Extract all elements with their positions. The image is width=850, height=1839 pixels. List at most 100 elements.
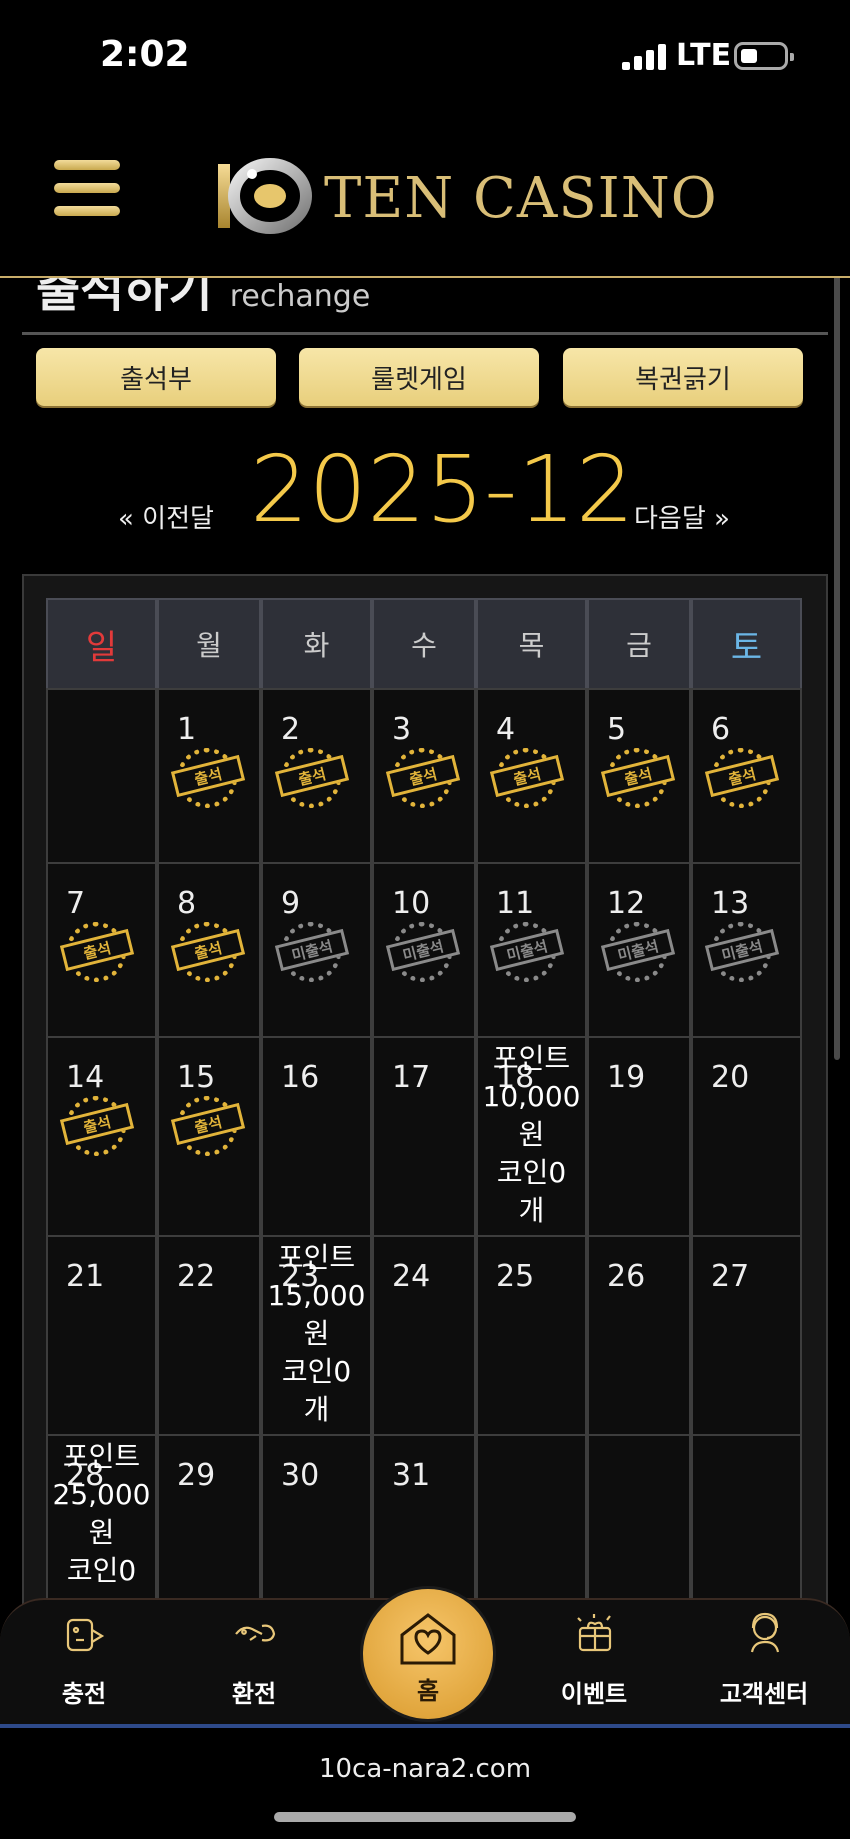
calendar-day-23[interactable]: 23 포인트 15,000 원 코인0 개 xyxy=(261,1235,372,1436)
next-month-link[interactable]: 다음달 » xyxy=(634,498,730,535)
day-number: 1 xyxy=(177,712,197,747)
weekday-header-tue: 화 xyxy=(261,598,372,690)
calendar-day-8[interactable]: 8 출석 xyxy=(157,862,261,1038)
calendar-day-9[interactable]: 9 미출석 xyxy=(261,862,372,1038)
tab-attendance[interactable]: 출석부 xyxy=(36,348,276,406)
weekday-header-wed: 수 xyxy=(372,598,476,690)
calendar-day-7[interactable]: 7 출석 xyxy=(46,862,157,1038)
reward-line: 15,000 xyxy=(267,1279,366,1312)
calendar-day-22[interactable]: 22 xyxy=(157,1235,261,1436)
charge-icon xyxy=(66,1618,105,1652)
calendar-day-4[interactable]: 4 출석 xyxy=(476,688,587,864)
reward-info: 포인트 10,000 원 코인0 개 xyxy=(478,1040,585,1230)
home-indicator[interactable] xyxy=(274,1812,576,1822)
gift-icon xyxy=(577,1614,612,1652)
home-heart-icon xyxy=(400,1613,456,1665)
calendar-day-21[interactable]: 21 xyxy=(46,1235,157,1436)
status-bar: 2:02 LTE xyxy=(0,0,850,110)
reward-line: 25,000 xyxy=(52,1478,151,1511)
attendance-stamp-icon: 출석 xyxy=(489,746,566,810)
calendar-day-29[interactable]: 29 xyxy=(157,1434,261,1624)
calendar-day-5[interactable]: 5 출석 xyxy=(587,688,691,864)
day-number: 31 xyxy=(392,1458,431,1493)
day-number: 19 xyxy=(607,1060,646,1095)
absence-stamp-icon: 미출석 xyxy=(489,920,566,984)
calendar-day-3[interactable]: 3 출석 xyxy=(372,688,476,864)
day-number: 4 xyxy=(496,712,516,747)
day-number: 12 xyxy=(607,886,646,921)
day-number: 2 xyxy=(281,712,301,747)
nav-support[interactable]: 고객센터 xyxy=(704,1600,824,1728)
day-number: 25 xyxy=(496,1259,535,1294)
calendar-day-27[interactable]: 27 xyxy=(691,1235,802,1436)
calendar-day-25[interactable]: 25 xyxy=(476,1235,587,1436)
day-number: 27 xyxy=(711,1259,750,1294)
calendar-day-17[interactable]: 17 xyxy=(372,1036,476,1237)
reward-line: 원 xyxy=(518,1118,545,1151)
calendar-day-20[interactable]: 20 xyxy=(691,1036,802,1237)
calendar-day-15[interactable]: 15 출석 xyxy=(157,1036,261,1237)
nav-charge[interactable]: 충전 xyxy=(24,1600,144,1728)
attendance-stamp-icon: 출석 xyxy=(274,746,351,810)
calendar-day-13[interactable]: 13 미출석 xyxy=(691,862,802,1038)
day-number: 14 xyxy=(66,1060,105,1095)
reward-line: 10,000 xyxy=(482,1080,581,1113)
prev-month-link[interactable]: « 이전달 xyxy=(118,498,214,535)
page-title-en: rechange xyxy=(229,279,371,314)
weekday-header-sun: 일 xyxy=(46,598,157,690)
calendar-day-18[interactable]: 18 포인트 10,000 원 코인0 개 xyxy=(476,1036,587,1237)
reward-line: 원 xyxy=(88,1516,115,1549)
day-number: 16 xyxy=(281,1060,320,1095)
nav-exchange-label: 환전 xyxy=(231,1680,277,1708)
ten-casino-logo-icon xyxy=(218,158,312,234)
day-number: 13 xyxy=(711,886,750,921)
attendance-stamp-icon: 출석 xyxy=(704,746,781,810)
reward-line: 개 xyxy=(303,1393,330,1426)
calendar-day-28[interactable]: 28 포인트 25,000 원 코인0 xyxy=(46,1434,157,1624)
current-month: 2025-12 xyxy=(250,436,635,543)
calendar-day-26[interactable]: 26 xyxy=(587,1235,691,1436)
absence-stamp-icon: 미출석 xyxy=(600,920,677,984)
weekday-header-thu: 목 xyxy=(476,598,587,690)
reward-line: 포인트 xyxy=(277,1241,356,1274)
nav-home-button[interactable]: 홈 xyxy=(360,1586,496,1722)
day-number: 3 xyxy=(392,712,412,747)
day-number: 29 xyxy=(177,1458,216,1493)
calendar-day-6[interactable]: 6 출석 xyxy=(691,688,802,864)
tab-roulette[interactable]: 룰렛게임 xyxy=(299,348,539,406)
attendance-stamp-icon: 출석 xyxy=(600,746,677,810)
nav-event[interactable]: 이벤트 xyxy=(534,1600,654,1728)
day-number: 26 xyxy=(607,1259,646,1294)
calendar-day-24[interactable]: 24 xyxy=(372,1235,476,1436)
calendar-day-14[interactable]: 14 출석 xyxy=(46,1036,157,1237)
calendar-day-11[interactable]: 11 미출석 xyxy=(476,862,587,1038)
url-text: 10ca-nara2.com xyxy=(318,1754,532,1784)
day-number: 24 xyxy=(392,1259,431,1294)
day-number: 17 xyxy=(392,1060,431,1095)
nav-event-label: 이벤트 xyxy=(560,1680,628,1708)
tab-lottery[interactable]: 복권긁기 xyxy=(563,348,803,406)
nav-charge-label: 충전 xyxy=(61,1680,107,1708)
calendar-day-16[interactable]: 16 xyxy=(261,1036,372,1237)
browser-url-bar[interactable]: 10ca-nara2.com xyxy=(0,1728,850,1839)
calendar-day-10[interactable]: 10 미출석 xyxy=(372,862,476,1038)
site-logo[interactable]: TEN CASINO xyxy=(212,146,717,246)
calendar-day-2[interactable]: 2 출석 xyxy=(261,688,372,864)
reward-line: 원 xyxy=(303,1317,330,1350)
nav-exchange[interactable]: 환전 xyxy=(194,1600,314,1728)
attendance-stamp-icon: 출석 xyxy=(170,746,247,810)
day-number: 11 xyxy=(496,886,535,921)
day-number: 30 xyxy=(281,1458,320,1493)
calendar-day-19[interactable]: 19 xyxy=(587,1036,691,1237)
calendar-day-1[interactable]: 1 출석 xyxy=(157,688,261,864)
calendar-day-12[interactable]: 12 미출석 xyxy=(587,862,691,1038)
calendar-empty-cell xyxy=(587,1434,691,1624)
calendar-day-30[interactable]: 30 xyxy=(261,1434,372,1624)
day-number: 8 xyxy=(177,886,197,921)
site-header: TEN CASINO xyxy=(0,110,850,278)
day-number: 20 xyxy=(711,1060,750,1095)
page-scrollbar[interactable] xyxy=(834,190,840,1060)
absence-stamp-icon: 미출석 xyxy=(704,920,781,984)
menu-icon[interactable] xyxy=(54,160,120,216)
attendance-stamp-icon: 출석 xyxy=(59,1094,136,1158)
